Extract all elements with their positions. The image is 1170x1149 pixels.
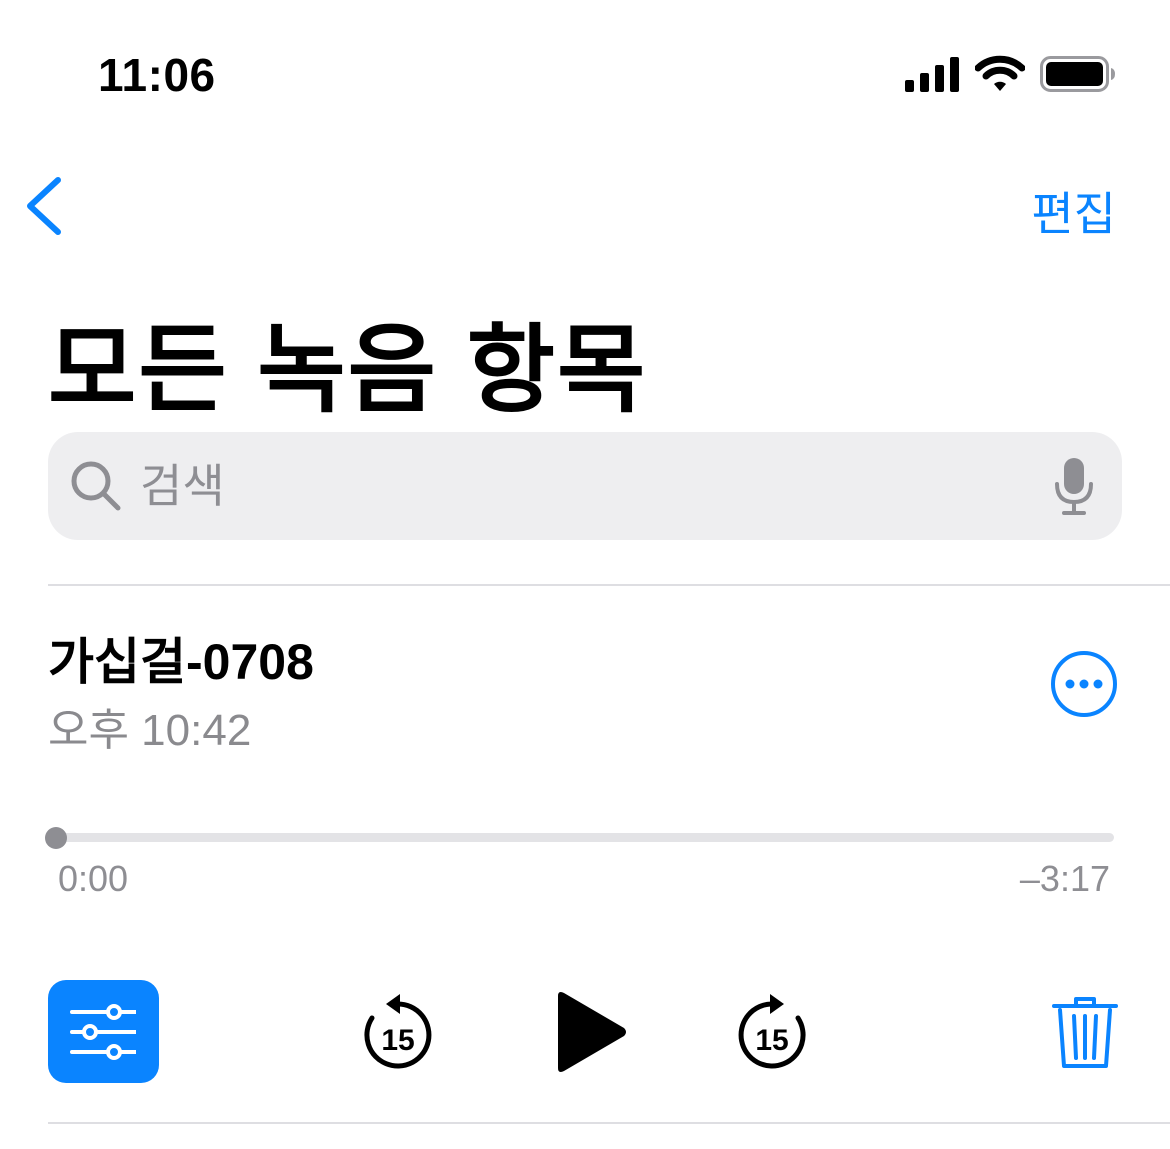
microphone-icon[interactable] bbox=[1054, 456, 1094, 518]
playback-scrubber-thumb[interactable] bbox=[45, 827, 67, 849]
page-title: 모든 녹음 항목 bbox=[48, 317, 648, 424]
search-bar[interactable] bbox=[48, 432, 1122, 540]
magnifying-glass-icon bbox=[71, 461, 121, 511]
status-time: 11:06 bbox=[98, 49, 216, 101]
skip-back-label: 15 bbox=[381, 1024, 414, 1057]
wifi-icon bbox=[975, 55, 1025, 91]
cellular-signal-icon bbox=[905, 57, 959, 92]
chevron-left-icon[interactable] bbox=[22, 174, 66, 238]
list-divider bbox=[48, 1122, 1170, 1124]
recording-title[interactable]: 가십걸-0708 bbox=[48, 622, 314, 694]
list-divider bbox=[48, 584, 1170, 586]
search-input[interactable] bbox=[140, 432, 1020, 540]
sliders-icon bbox=[70, 1004, 136, 1060]
play-icon[interactable] bbox=[552, 990, 628, 1074]
recording-timestamp: 오후 10:42 bbox=[48, 706, 252, 755]
edit-button[interactable]: 편집 bbox=[1031, 178, 1116, 244]
playback-settings-button[interactable] bbox=[48, 980, 159, 1083]
skip-forward-15-icon[interactable]: 15 bbox=[734, 994, 810, 1072]
battery-icon bbox=[1040, 56, 1115, 92]
elapsed-time: 0:00 bbox=[58, 858, 129, 899]
trash-icon[interactable] bbox=[1052, 996, 1118, 1070]
skip-forward-label: 15 bbox=[755, 1024, 788, 1057]
skip-back-15-icon[interactable]: 15 bbox=[360, 994, 436, 1072]
remaining-time: –3:17 bbox=[1019, 858, 1110, 899]
ellipsis-circle-icon[interactable] bbox=[1050, 650, 1118, 718]
playback-scrubber-track[interactable] bbox=[48, 833, 1114, 842]
